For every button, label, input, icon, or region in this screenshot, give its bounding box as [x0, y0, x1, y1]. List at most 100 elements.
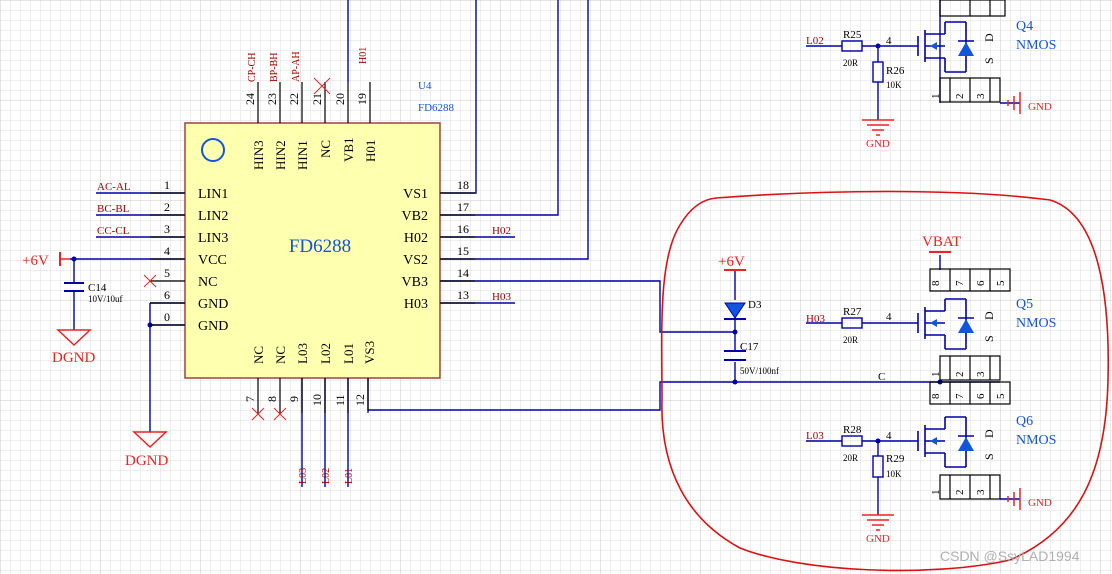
q4-pin-2: 2	[954, 94, 966, 100]
net-label-l03: L03	[298, 468, 309, 484]
u4-pin-16: 16	[457, 222, 469, 236]
net-label-c: C	[878, 371, 885, 383]
u4-pin-7: 7	[243, 396, 257, 402]
r26-value: 10K	[886, 80, 902, 90]
q6-pin-3: 3	[975, 489, 987, 495]
u4-pin-name-vb1: VB1	[341, 137, 356, 162]
net-label-ap-ah: AP-AH	[291, 51, 302, 82]
u4-pin-name-nc-left: NC	[198, 275, 217, 290]
u4-pin-13: 13	[457, 288, 469, 302]
u4-pin-name-l01: L01	[341, 343, 356, 364]
u4-pin-10: 10	[310, 394, 324, 406]
u4-pin-name-vs2: VS2	[403, 253, 428, 268]
q6-gnd-right-label: GND	[1028, 497, 1052, 509]
u4-pin-name-lin1: LIN1	[198, 187, 228, 202]
q4-gnd-bottom-label: GND	[866, 138, 890, 150]
schematic-canvas: FD6288 U4 FD6288 24 23 22 21 20 19 HIN3 …	[0, 0, 1112, 574]
q4-s-label: S	[982, 57, 996, 64]
u4-pin-name-h03: H03	[404, 297, 428, 312]
r25-ref: R25	[843, 29, 862, 41]
q6-d-label: D	[982, 429, 996, 438]
u4-pin-20: 20	[333, 93, 347, 105]
plus6v-diode-symbol[interactable]: +6V	[718, 254, 746, 271]
r28-ref: R28	[843, 424, 862, 436]
u4-pin-name-vcc: VCC	[198, 253, 227, 268]
dgnd-label-1: DGND	[52, 350, 95, 366]
u4-pin-name-lin2: LIN2	[198, 209, 228, 224]
u4-pin-17: 17	[457, 200, 469, 214]
c17-ref: C17	[740, 341, 759, 353]
u4-ref: U4	[418, 80, 432, 92]
q5-pin-7: 7	[954, 280, 966, 286]
q4-gnd-right-label: GND	[1028, 101, 1052, 113]
q5-ref: Q5	[1016, 297, 1033, 312]
u4-pin-12: 12	[353, 394, 367, 406]
q6-gate-net: L03	[806, 430, 824, 442]
u4-pin-name-hin3: HIN3	[251, 140, 266, 170]
d3-ref: D3	[748, 299, 762, 311]
u4-pin-9: 9	[287, 396, 301, 402]
u4-pin-1: 1	[164, 178, 170, 192]
net-label-h03: H03	[492, 291, 511, 303]
q5-type: NMOS	[1016, 316, 1056, 331]
net-label-h02: H02	[492, 225, 511, 237]
q5-s-label: S	[982, 335, 996, 342]
q4-pin-1: 1	[930, 94, 942, 100]
u4-pin-2: 2	[164, 200, 170, 214]
u4-pin-name-nc-top: NC	[318, 140, 333, 158]
u4-pin-name-vs3: VS3	[362, 341, 377, 364]
u4-pin-name-hin2: HIN2	[273, 140, 288, 170]
q6-gate-pin: 4	[886, 430, 892, 442]
u4-center-label: FD6288	[289, 236, 351, 257]
q6-pin-7: 7	[954, 393, 966, 399]
q5-pin-8: 8	[930, 280, 942, 286]
u4-part: FD6288	[418, 102, 455, 114]
q4-gate-net: L02	[806, 35, 824, 47]
u4-pin-0: 0	[164, 310, 170, 324]
u4-pin-14: 14	[457, 266, 469, 280]
q5-pin-5: 5	[995, 280, 1007, 286]
u4-pin-name-hin1: HIN1	[295, 140, 310, 170]
q6-pin-6: 6	[975, 393, 987, 399]
grid-major	[0, 0, 1112, 574]
vbat-label: VBAT	[922, 234, 961, 250]
u4-pin-18: 18	[457, 178, 469, 192]
u4-pin-name-h02: H02	[404, 231, 428, 246]
q6-gnd-bottom-label: GND	[866, 533, 890, 545]
c14-ref: C14	[88, 282, 107, 294]
net-label-cp-ch: CP-CH	[247, 53, 258, 82]
q6-ref: Q6	[1016, 414, 1033, 429]
u4-pin-4: 4	[164, 244, 170, 258]
dgnd-label-2: DGND	[125, 453, 168, 469]
net-label-cc-cl: CC-CL	[97, 225, 130, 237]
net-label-l01: L01	[344, 468, 355, 484]
u4-pin-name-vb3: VB3	[402, 275, 428, 290]
u4-pin-19: 19	[355, 93, 369, 105]
u4-pin-name-l03: L03	[295, 343, 310, 364]
q5-d-label: D	[982, 311, 996, 320]
q6-s-label: S	[982, 453, 996, 460]
q6-type: NMOS	[1016, 433, 1056, 448]
u4-pin-8: 8	[265, 396, 279, 402]
net-label-ac-al: AC-AL	[97, 181, 131, 193]
q6-pin-5: 5	[995, 393, 1007, 399]
net-label-h01: H01	[358, 47, 369, 64]
u4-pin-name-h01: H01	[363, 140, 378, 162]
q6-pin-2: 2	[954, 490, 966, 496]
r26-ref: R26	[886, 65, 905, 77]
u4-pin-name-vb2: VB2	[402, 209, 428, 224]
q4-type: NMOS	[1016, 38, 1056, 53]
q6-pin-1: 1	[930, 490, 942, 496]
u4-pin-name-l02: L02	[318, 343, 333, 364]
u4-pin-5: 5	[164, 266, 170, 280]
q4-ref: Q4	[1016, 19, 1033, 34]
q5-pin-2: 2	[954, 372, 966, 378]
plus6v-diode-label: +6V	[718, 254, 745, 270]
r25-value: 20R	[843, 58, 858, 68]
u4-pin-15: 15	[457, 244, 469, 258]
r27-ref: R27	[843, 306, 862, 318]
u4-pin-24: 24	[243, 93, 257, 105]
net-label-bp-bh: BP-BH	[269, 53, 280, 82]
watermark: CSDN @SsyLAD1994	[940, 548, 1080, 564]
q5-pin-3: 3	[975, 371, 987, 377]
